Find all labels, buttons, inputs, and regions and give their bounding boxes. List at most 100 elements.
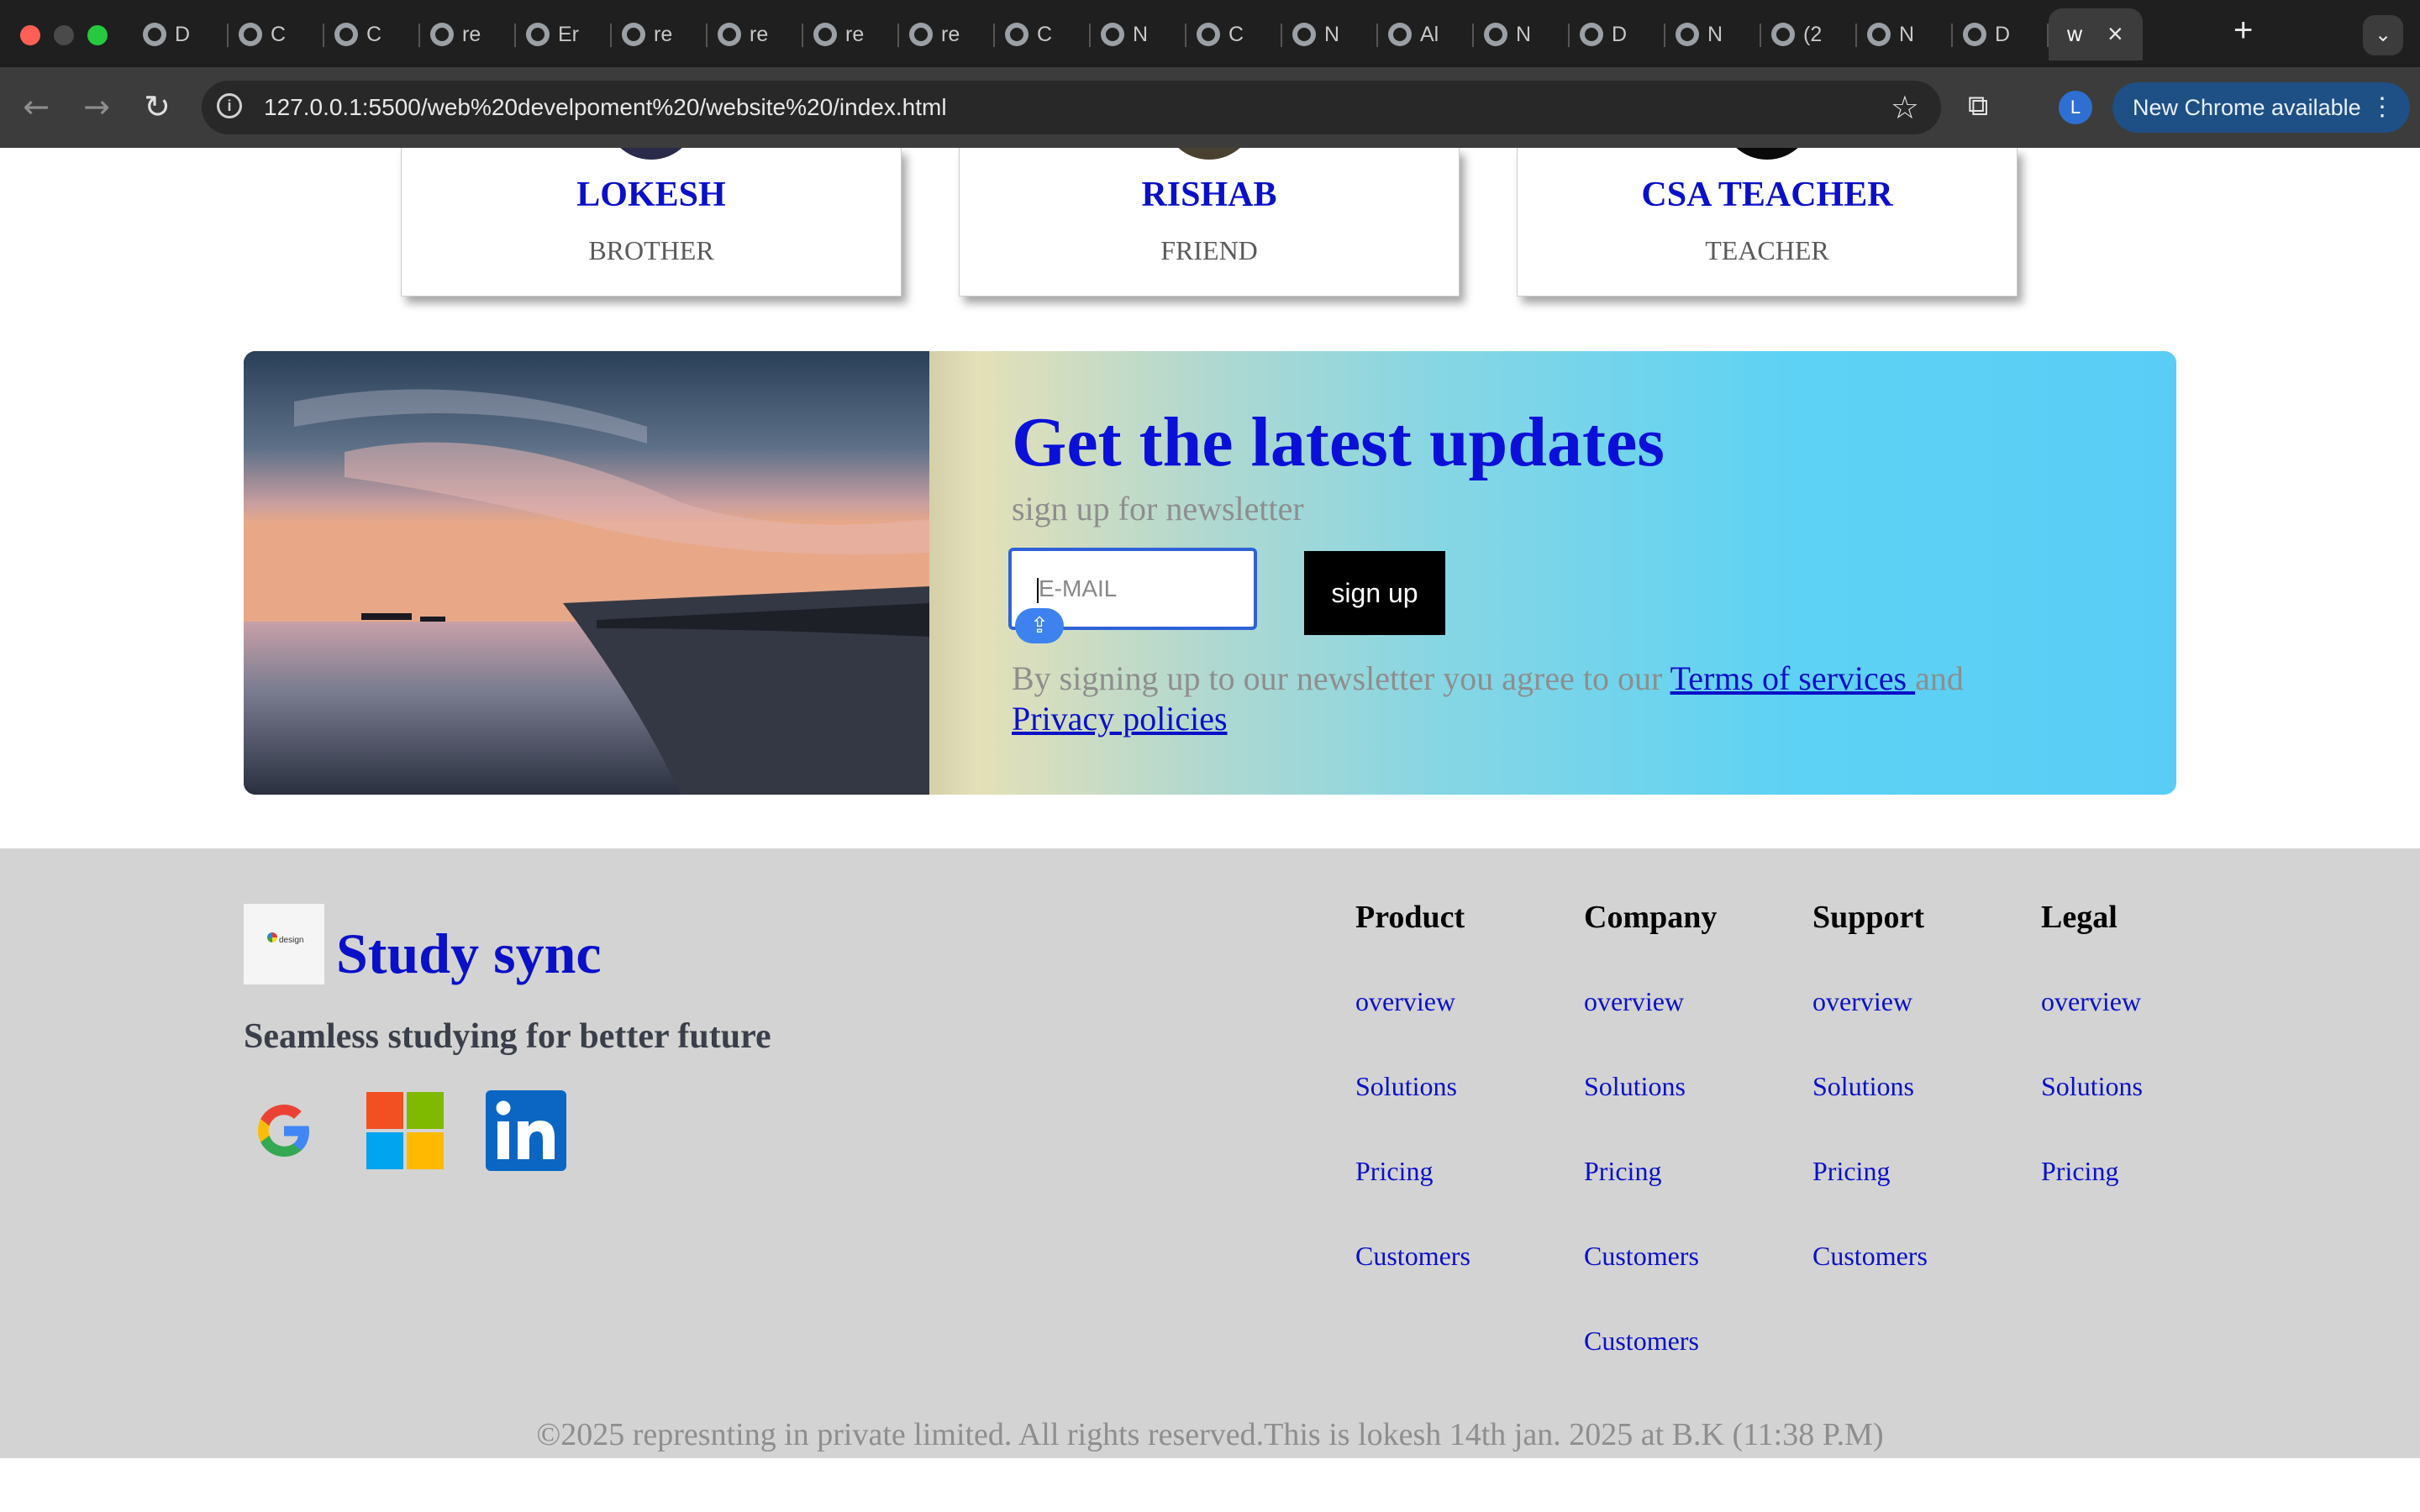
microsoft-icon[interactable]: [365, 1090, 445, 1171]
tab-title: D: [1995, 23, 2011, 46]
back-icon[interactable]: ←: [15, 86, 57, 128]
globe-icon: [1963, 23, 1986, 46]
browser-tab[interactable]: N: [1665, 8, 1761, 60]
chrome-update-button[interactable]: New Chrome available ⋮: [2112, 82, 2410, 133]
browser-tab[interactable]: (2: [1761, 8, 1857, 60]
linkedin-icon: [1771, 23, 1795, 46]
site-footer: design Study sync Seamless studying for …: [0, 848, 2420, 1458]
globe-icon: [334, 23, 358, 46]
tab-title: C: [1228, 23, 1244, 46]
browser-tab-strip: D C Cre Er re re re re C N C N Al N D N (2 N Dw × + ⌄: [0, 0, 2420, 67]
reload-icon[interactable]: ↻: [136, 86, 178, 128]
footer-link[interactable]: overview: [2041, 986, 2141, 1017]
browser-tab[interactable]: C: [324, 8, 420, 60]
browser-tab[interactable]: re: [420, 8, 516, 60]
browser-tab[interactable]: Er: [516, 8, 612, 60]
browser-tab[interactable]: N: [1474, 8, 1570, 60]
tab-title: w: [2067, 23, 2083, 46]
browser-tab[interactable]: Al: [1378, 8, 1474, 60]
browser-tab[interactable]: C: [229, 8, 324, 60]
footer-link[interactable]: Solutions: [1584, 1071, 1686, 1102]
tab-title: N: [1516, 23, 1532, 46]
privacy-policy-link[interactable]: Privacy policies: [1012, 700, 1228, 738]
globe-icon: [239, 23, 262, 46]
footer-link[interactable]: Pricing: [1584, 1156, 1661, 1187]
google-icon[interactable]: [244, 1090, 324, 1171]
tab-title: D: [175, 23, 191, 46]
globe-icon: [718, 23, 741, 46]
chrome-icon: [1484, 23, 1507, 46]
globe-icon: [813, 23, 837, 46]
logo-mark-icon: [267, 932, 277, 942]
tab-title: N: [1133, 23, 1149, 46]
text-caret: [1037, 578, 1039, 603]
profile-name: RISHAB: [1141, 176, 1277, 214]
profile-relation: BROTHER: [588, 235, 714, 265]
forward-icon[interactable]: →: [76, 86, 118, 128]
browser-tab[interactable]: D: [1953, 8, 2049, 60]
maximize-window-button[interactable]: [87, 25, 108, 45]
footer-link[interactable]: overview: [1584, 986, 1684, 1017]
profile-relation: FRIEND: [1160, 235, 1258, 265]
browser-tab[interactable]: N: [1091, 8, 1186, 60]
site-info-icon[interactable]: i: [217, 93, 242, 118]
linkedin-icon[interactable]: [486, 1090, 566, 1171]
minimize-window-button[interactable]: [54, 25, 74, 45]
close-tab-icon[interactable]: ×: [2107, 18, 2123, 50]
footer-link[interactable]: Customers: [1584, 1326, 1699, 1357]
bookmark-star-icon[interactable]: ☆: [1891, 89, 1919, 126]
footer-link[interactable]: Pricing: [1812, 1156, 1890, 1187]
tab-title: re: [654, 23, 673, 46]
footer-column-product: Product overview Solutions Pricing Customers: [1355, 899, 1470, 1271]
footer-link[interactable]: Customers: [1812, 1241, 1928, 1272]
footer-link[interactable]: overview: [1812, 986, 1912, 1017]
tab-title: N: [1899, 23, 1915, 46]
tab-title: C: [366, 23, 382, 46]
browser-toolbar: ← → ↻ i 127.0.0.1:5500/web%20develpoment…: [0, 67, 2420, 148]
footer-column-legal: Legal overview Solutions Pricing: [2041, 899, 2143, 1186]
browser-tab[interactable]: re: [803, 8, 899, 60]
globe-icon: [909, 23, 933, 46]
site-logo[interactable]: design: [244, 904, 324, 984]
close-window-button[interactable]: [20, 25, 40, 45]
terms-of-service-link[interactable]: Terms of services: [1670, 659, 1916, 697]
footer-column-title: Product: [1355, 900, 1465, 935]
browser-tab[interactable]: re: [899, 8, 995, 60]
address-bar[interactable]: i 127.0.0.1:5500/web%20develpoment%20/we…: [202, 81, 1941, 134]
browser-tab[interactable]: N: [1857, 8, 1953, 60]
new-tab-button[interactable]: +: [2233, 12, 2253, 50]
email-field[interactable]: ⇪: [1008, 548, 1257, 643]
browser-tab[interactable]: C: [995, 8, 1091, 60]
browser-tab[interactable]: re: [708, 8, 803, 60]
browser-tab[interactable]: D: [1570, 8, 1665, 60]
profile-avatar[interactable]: L: [2059, 91, 2092, 124]
tab-list: D C Cre Er re re re re C N C N Al N D N (2 N Dw ×: [133, 8, 2143, 60]
footer-link[interactable]: Solutions: [1812, 1071, 1914, 1102]
profile-card: LOKESH BROTHER: [401, 148, 902, 297]
browser-tab[interactable]: C: [1186, 8, 1282, 60]
tab-active[interactable]: w ×: [2049, 8, 2143, 60]
globe-icon: [526, 23, 550, 46]
tab-title: re: [845, 23, 865, 46]
update-label: New Chrome available: [2133, 95, 2361, 120]
chrome-icon: [1292, 23, 1316, 46]
footer-column-title: Legal: [2041, 900, 2118, 935]
footer-link[interactable]: Pricing: [1355, 1156, 1433, 1187]
tab-title: Al: [1420, 23, 1439, 46]
newsletter-title: Get the latest updates: [1012, 403, 1665, 481]
extensions-puzzle-icon[interactable]: ⧉: [1968, 89, 2002, 123]
url-text[interactable]: 127.0.0.1:5500/web%20develpoment%20/webs…: [264, 94, 947, 121]
tab-title: C: [271, 23, 287, 46]
browser-tab[interactable]: N: [1282, 8, 1378, 60]
footer-link[interactable]: overview: [1355, 986, 1455, 1017]
footer-link[interactable]: Pricing: [2041, 1156, 2118, 1187]
tab-search-button[interactable]: ⌄: [2363, 15, 2403, 55]
footer-link[interactable]: Customers: [1584, 1241, 1699, 1272]
footer-link[interactable]: Customers: [1355, 1241, 1470, 1272]
signup-button[interactable]: sign up: [1304, 551, 1445, 635]
footer-link[interactable]: Solutions: [2041, 1071, 2143, 1102]
browser-tab[interactable]: D: [133, 8, 229, 60]
footer-link[interactable]: Solutions: [1355, 1071, 1457, 1102]
browser-tab[interactable]: re: [612, 8, 708, 60]
more-menu-icon[interactable]: ⋮: [2370, 82, 2395, 133]
